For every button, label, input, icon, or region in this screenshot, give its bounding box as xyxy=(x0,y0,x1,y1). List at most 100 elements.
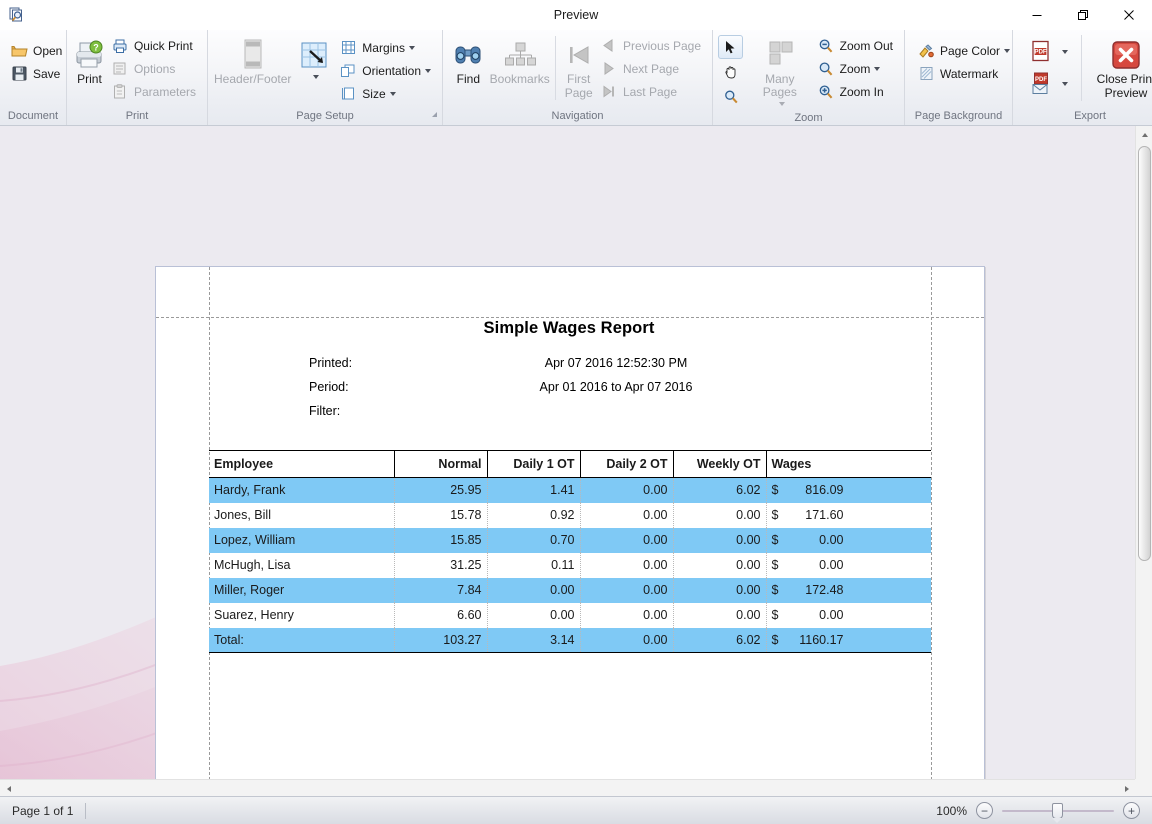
group-label-document: Document xyxy=(7,110,59,122)
bookmarks-button[interactable]: Bookmarks xyxy=(489,34,551,87)
cell-daily-2-ot: 0.00 xyxy=(580,627,674,653)
close-print-preview-button[interactable]: Close Print Preview xyxy=(1090,34,1152,101)
wages-amount: 1160.17 xyxy=(799,632,844,647)
cell-wages: $172.48 xyxy=(766,578,931,603)
margins-dropdown-arrow[interactable] xyxy=(408,45,415,50)
zoom-out-button[interactable]: Zoom Out xyxy=(813,34,899,57)
email-as-pdf-dropdown-arrow[interactable] xyxy=(1055,70,1071,98)
export-to-pdf-dropdown-arrow[interactable] xyxy=(1055,38,1071,66)
first-page-button[interactable]: First Page xyxy=(561,34,595,101)
zoom-out-status-button[interactable]: − xyxy=(976,802,993,819)
zoom-slider[interactable] xyxy=(1002,802,1114,823)
page-indicator: Page 1 of 1 xyxy=(12,803,74,818)
zoom-in-status-button[interactable]: + xyxy=(1123,802,1140,819)
find-button[interactable]: Find xyxy=(448,34,489,87)
close-button[interactable] xyxy=(1106,0,1152,30)
table-row: McHugh, Lisa 31.25 0.11 0.00 0.00 $0.00 xyxy=(209,552,931,578)
open-label: Open xyxy=(33,43,63,58)
orientation-dropdown-arrow[interactable] xyxy=(425,68,431,73)
quick-print-button[interactable]: Quick Print xyxy=(107,34,202,57)
wages-table-header: Employee Normal Daily 1 OT Daily 2 OT We… xyxy=(209,450,931,478)
vertical-scrollbar[interactable] xyxy=(1135,126,1152,796)
group-label-export: Export xyxy=(1074,110,1106,122)
cell-normal: 7.84 xyxy=(394,577,488,603)
previous-page-button[interactable]: Previous Page xyxy=(596,34,707,57)
cell-weekly-ot: 0.00 xyxy=(673,552,767,578)
size-dropdown-arrow[interactable] xyxy=(389,91,396,96)
cell-wages: $171.60 xyxy=(766,503,931,528)
margins-button[interactable]: Margins xyxy=(335,36,437,59)
cell-weekly-ot: 0.00 xyxy=(673,577,767,603)
orientation-button[interactable]: Orientation xyxy=(335,59,437,82)
previous-page-label: Previous Page xyxy=(622,38,701,53)
header-footer-icon xyxy=(238,38,268,72)
group-label-zoom: Zoom xyxy=(794,112,823,124)
cell-weekly-ot: 6.02 xyxy=(673,627,767,653)
cell-daily-1-ot: 0.00 xyxy=(487,602,581,628)
cell-normal: 15.85 xyxy=(394,527,488,553)
many-pages-button[interactable]: Many Pages xyxy=(749,34,811,109)
page-setup-dialog-launcher[interactable] xyxy=(432,112,437,117)
page-color-button[interactable]: Page Color xyxy=(913,39,1016,62)
cell-normal: 6.60 xyxy=(394,602,488,628)
preview-work-area[interactable]: Simple Wages Report Printed: Apr 07 2016… xyxy=(0,126,1152,796)
horizontal-scrollbar[interactable] xyxy=(0,779,1135,796)
title-bar: Preview xyxy=(0,0,1152,30)
vertical-scrollbar-thumb[interactable] xyxy=(1138,146,1151,561)
pointer-tool-button[interactable] xyxy=(718,35,743,59)
open-button[interactable]: Open xyxy=(6,39,68,62)
margins-icon xyxy=(339,39,357,57)
cell-daily-1-ot: 0.70 xyxy=(487,527,581,553)
cell-daily-1-ot: 1.41 xyxy=(487,477,581,503)
last-page-button[interactable]: Last Page xyxy=(596,80,707,103)
table-row: Lopez, William 15.85 0.70 0.00 0.00 $0.00 xyxy=(209,527,931,553)
cell-daily-2-ot: 0.00 xyxy=(580,527,674,553)
document-page[interactable]: Simple Wages Report Printed: Apr 07 2016… xyxy=(155,266,985,796)
table-header-row: Employee Normal Daily 1 OT Daily 2 OT We… xyxy=(209,450,931,478)
page-color-dropdown-arrow[interactable] xyxy=(1004,48,1011,53)
zoom-dropdown-arrow[interactable] xyxy=(874,66,881,71)
scroll-right-arrow[interactable] xyxy=(1118,780,1135,796)
next-page-button[interactable]: Next Page xyxy=(596,57,707,80)
scroll-up-arrow[interactable] xyxy=(1136,126,1152,143)
cell-daily-1-ot: 0.92 xyxy=(487,502,581,528)
quick-print-icon xyxy=(111,37,129,55)
scale-button[interactable] xyxy=(292,34,335,82)
magnifier-tool-button[interactable] xyxy=(718,85,743,109)
parameters-button[interactable]: Parameters xyxy=(107,80,202,103)
status-bar: Page 1 of 1 100% − + xyxy=(0,796,1152,824)
cell-daily-2-ot: 0.00 xyxy=(580,552,674,578)
find-label: Find xyxy=(456,72,480,86)
watermark-button[interactable]: Watermark xyxy=(913,62,1004,85)
cell-employee: McHugh, Lisa xyxy=(209,552,395,578)
zoom-in-button[interactable]: Zoom In xyxy=(813,80,899,103)
scale-icon xyxy=(299,38,329,72)
save-label: Save xyxy=(33,66,61,81)
wages-currency-symbol: $ xyxy=(771,632,779,647)
orientation-icon xyxy=(339,62,357,80)
cell-weekly-ot: 0.00 xyxy=(673,502,767,528)
svg-text:PDF: PDF xyxy=(1034,49,1047,56)
export-to-pdf-button[interactable]: PDF xyxy=(1027,38,1055,66)
first-page-label-1: First xyxy=(567,72,591,86)
scroll-left-arrow[interactable] xyxy=(0,780,17,796)
minimize-button[interactable] xyxy=(1014,0,1060,30)
hand-tool-button[interactable] xyxy=(718,60,743,84)
zoom-slider-thumb[interactable] xyxy=(1052,803,1063,823)
zoom-label: Zoom xyxy=(839,61,871,76)
zoom-controls: 100% − + xyxy=(933,802,1152,823)
zoom-button[interactable]: Zoom xyxy=(813,57,899,80)
header-footer-button[interactable]: Header/Footer xyxy=(213,34,292,87)
print-button[interactable]: ? Print xyxy=(72,34,107,87)
cell-employee: Total: xyxy=(209,627,395,653)
save-button[interactable]: Save xyxy=(6,62,66,85)
scale-dropdown-arrow[interactable] xyxy=(309,72,319,81)
size-button[interactable]: Size xyxy=(335,82,437,105)
ribbon-toolbar: Open Save Document ? Print Quick Print O… xyxy=(0,30,1152,126)
ribbon-group-export: PDF PDF Close Print Preview Export xyxy=(1013,30,1152,125)
restore-button[interactable] xyxy=(1060,0,1106,30)
cell-normal: 103.27 xyxy=(394,627,488,653)
email-as-pdf-button[interactable]: PDF xyxy=(1027,70,1055,98)
options-button[interactable]: Options xyxy=(107,57,202,80)
many-pages-dropdown-arrow[interactable] xyxy=(775,99,785,108)
